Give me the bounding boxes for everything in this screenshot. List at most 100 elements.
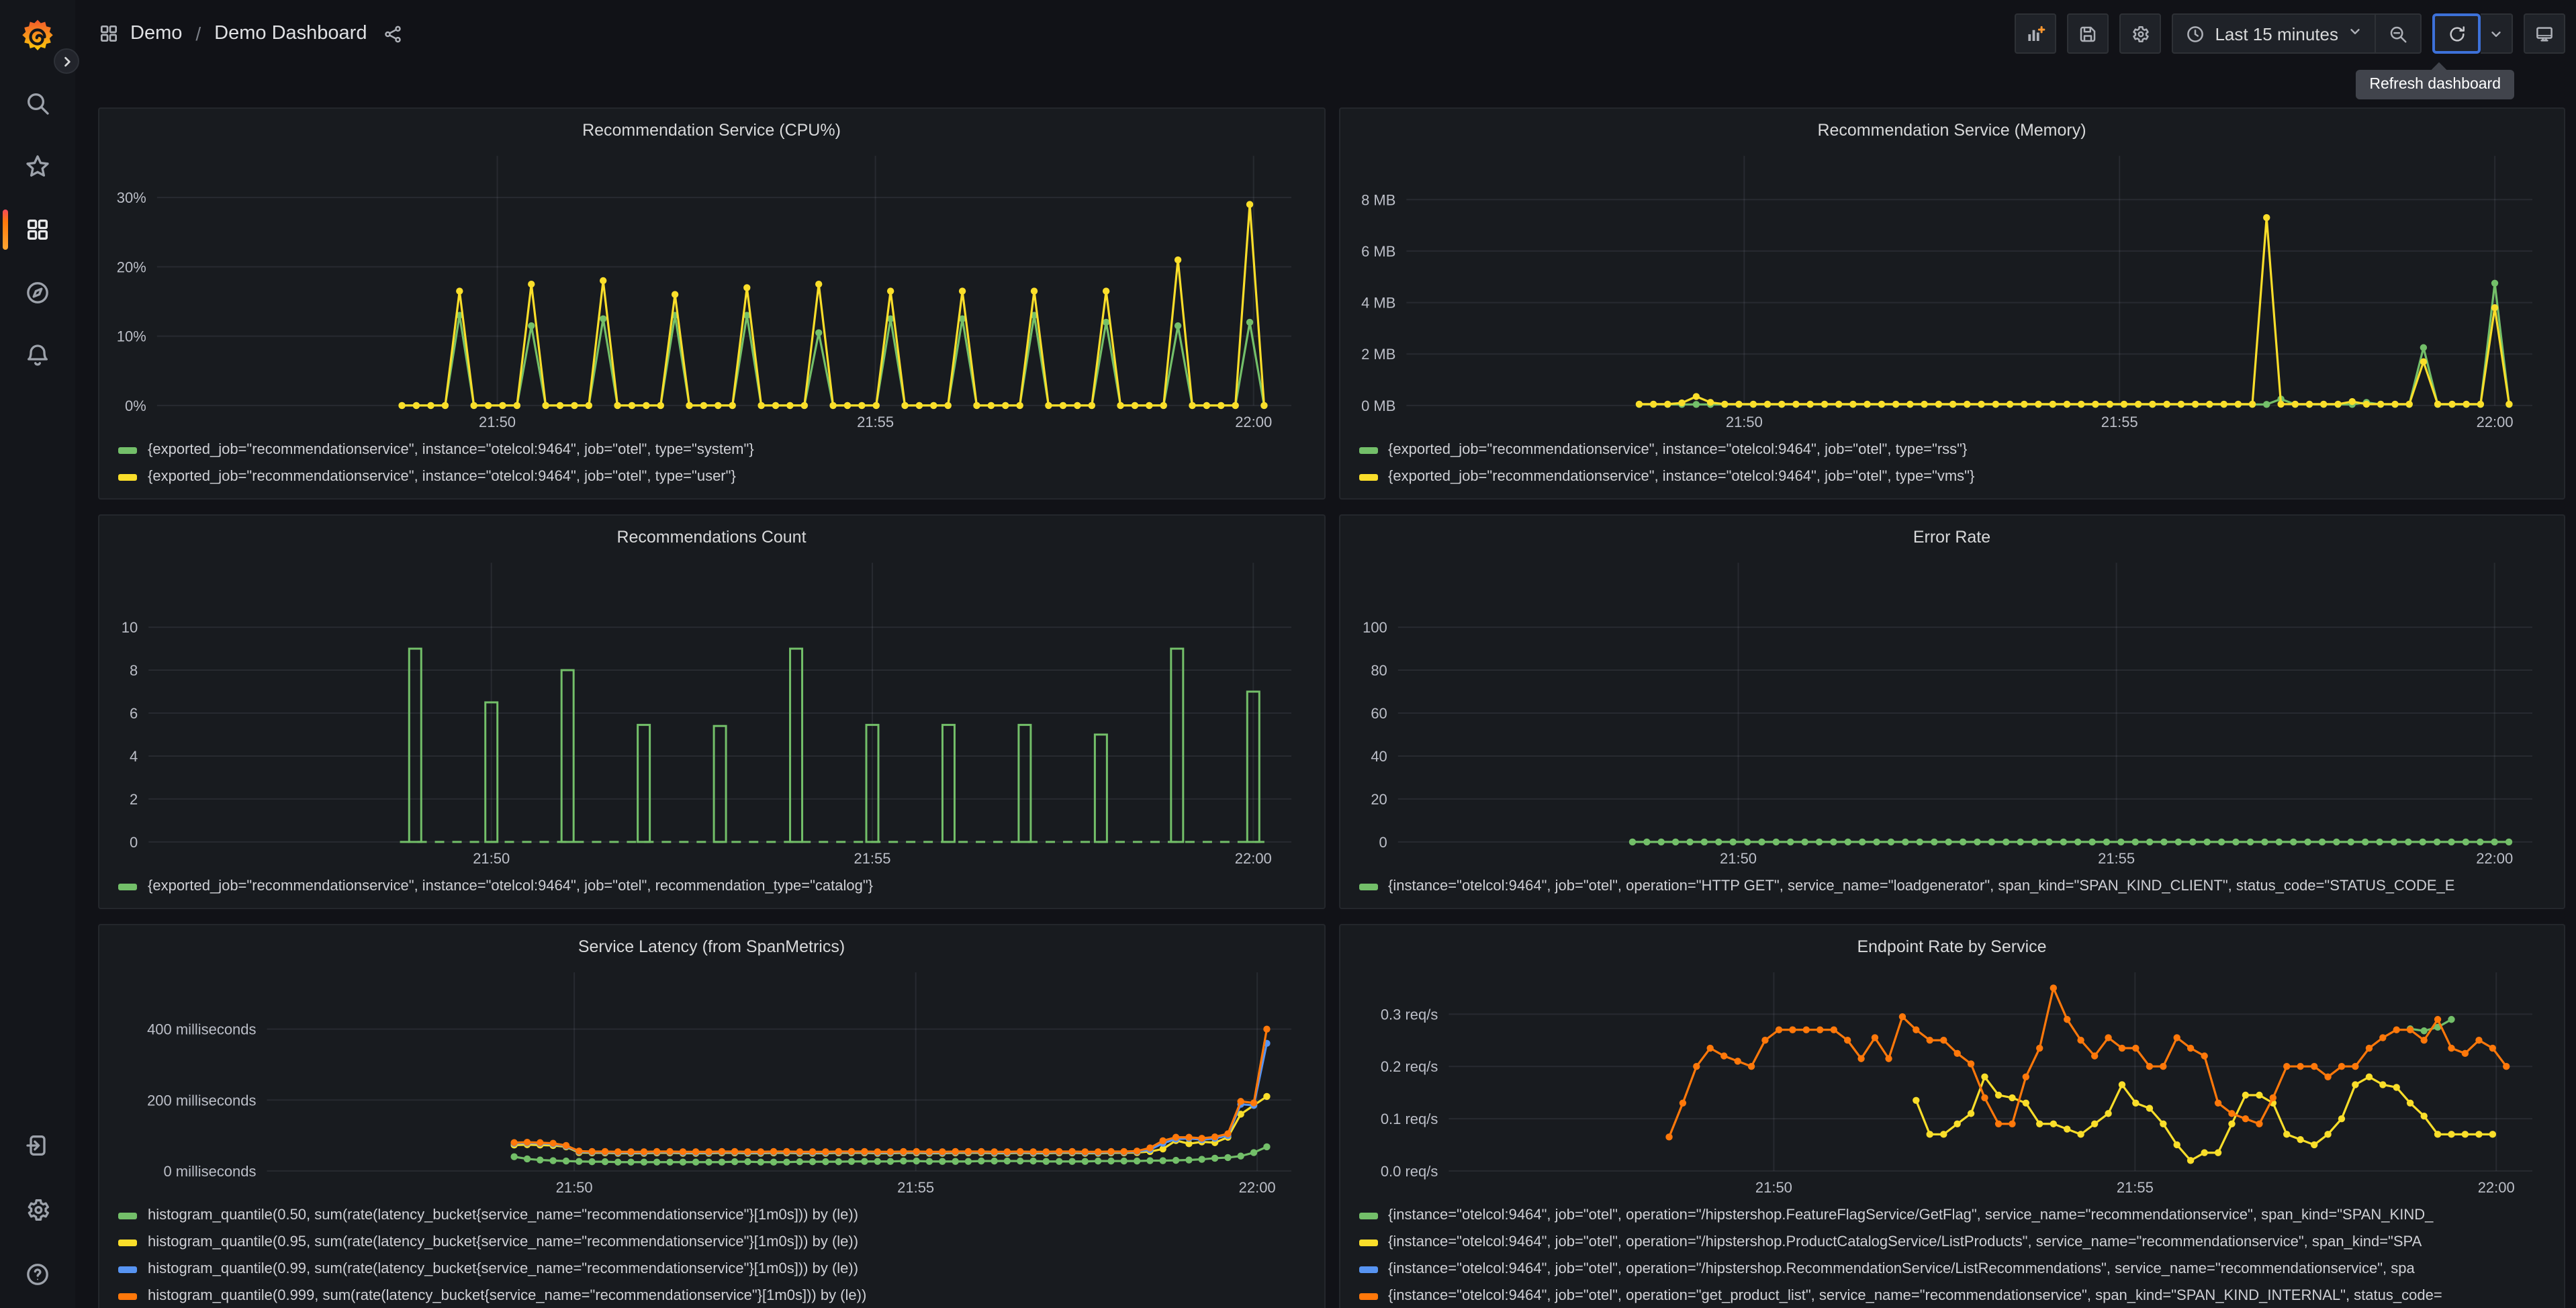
svg-text:0.0 req/s: 0.0 req/s [1380,1163,1437,1180]
zoom-out-button[interactable] [2375,15,2420,52]
svg-text:10: 10 [122,619,138,636]
svg-text:21:50: 21:50 [556,1179,593,1196]
svg-text:4: 4 [130,748,138,765]
expand-sidebar-button[interactable] [54,48,79,74]
panel-service-latency: Service Latency (from SpanMetrics) 0 mil… [98,924,1325,1308]
legend-item[interactable]: histogram_quantile(0.99, sum(rate(latenc… [118,1256,1305,1282]
svg-text:22:00: 22:00 [2477,1179,2514,1196]
panel-title[interactable]: Recommendations Count [113,522,1310,552]
panel-endpoint-rate: Endpoint Rate by Service 0.0 req/s 0.1 re… [1338,924,2565,1308]
question-circle-icon [27,1264,48,1285]
legend-item[interactable]: {exported_job="recommendationservice", i… [118,873,1305,900]
legend: {instance="otelcol:9464", job="otel", op… [1353,1201,2550,1308]
refresh-tooltip: Refresh dashboard [2356,70,2514,99]
svg-text:30%: 30% [117,189,146,206]
panel-error-rate: Error Rate 0 20 40 60 80 100 21:50 21:55 22:00 {… [1338,514,2565,909]
share-icon [385,25,402,42]
svg-text:20%: 20% [117,259,146,275]
clock-icon [2187,26,2204,42]
series-swatch [118,1293,137,1299]
add-panel-button[interactable] [2015,13,2057,54]
svg-text:21:50: 21:50 [1719,850,1756,867]
svg-text:21:55: 21:55 [897,1179,934,1196]
legend-item[interactable]: {exported_job="recommendationservice", i… [118,463,1305,490]
breadcrumb-section[interactable]: Demo [130,23,182,44]
error-rate-chart[interactable]: 0 20 40 60 80 100 21:50 21:55 22:00 [1353,552,2550,872]
refresh-dashboard-button[interactable] [2432,13,2481,54]
svg-text:6 MB: 6 MB [1361,243,1395,260]
cpu-chart[interactable]: 0% 10% 20% 30% 21:50 21:55 22:00 [113,145,1310,435]
svg-text:22:00: 22:00 [2476,414,2513,430]
legend-item[interactable]: {exported_job="recommendationservice", i… [1359,436,2545,463]
svg-text:60: 60 [1370,705,1386,722]
time-range-picker[interactable]: Last 15 minutes [2173,15,2375,52]
gear-icon [2133,26,2150,42]
svg-text:20: 20 [1370,791,1386,808]
sidebar-item-settings[interactable] [0,1195,75,1225]
grafana-logo-icon[interactable] [17,16,58,56]
legend-item[interactable]: {instance="otelcol:9464", job="otel", op… [1359,873,2545,900]
legend-item[interactable]: {instance="otelcol:9464", job="otel", op… [1359,1282,2545,1308]
endpoint-rate-chart[interactable]: 0.0 req/s 0.1 req/s 0.2 req/s 0.3 req/s 21:5… [1353,962,2550,1201]
legend-item[interactable]: {exported_job="recommendationservice", i… [118,436,1305,463]
svg-text:10%: 10% [117,328,146,345]
panel-title[interactable]: Error Rate [1353,522,2550,552]
svg-text:0.2 req/s: 0.2 req/s [1380,1058,1437,1075]
sidebar-item-dashboards[interactable] [0,209,75,250]
svg-text:0 MB: 0 MB [1361,398,1395,414]
save-dashboard-button[interactable] [2067,13,2109,54]
refresh-interval-button[interactable] [2481,13,2513,54]
breadcrumb: Demo / Demo Dashboard [98,0,403,67]
legend-item[interactable]: {instance="otelcol:9464", job="otel", op… [1359,1229,2545,1256]
breadcrumb-page-title[interactable]: Demo Dashboard [214,23,367,44]
dashboard-settings-button[interactable] [2119,13,2162,54]
sidebar-item-sign-in[interactable] [0,1131,75,1160]
chevron-down-icon [2491,31,2501,36]
panel-title[interactable]: Recommendation Service (CPU%) [113,115,1310,145]
series-swatch [1359,447,1377,453]
grafana-app: Demo / Demo Dashboard Last 15 minutes Re… [0,0,2576,1308]
time-range-label: Last 15 minutes [2215,24,2338,44]
series-swatch [118,883,137,890]
svg-text:2 MB: 2 MB [1361,346,1395,363]
panel-title[interactable]: Endpoint Rate by Service [1353,932,2550,962]
monitor-icon [2536,26,2552,41]
legend: {exported_job="recommendationservice", i… [113,435,1310,494]
breadcrumb-separator: / [195,23,201,44]
svg-text:21:50: 21:50 [1755,1179,1792,1196]
panel-title[interactable]: Recommendation Service (Memory) [1353,115,2550,145]
share-dashboard-button[interactable] [383,24,403,44]
panel-recommendation-cpu: Recommendation Service (CPU%) 0% 10% 20% 30… [98,107,1325,500]
legend-item[interactable]: histogram_quantile(0.50, sum(rate(latenc… [118,1202,1305,1229]
star-icon [26,155,49,177]
service-latency-chart[interactable]: 0 milliseconds 200 milliseconds 400 millis… [113,962,1310,1201]
svg-text:21:55: 21:55 [2097,850,2134,867]
sidebar-item-explore[interactable] [0,278,75,308]
legend-item[interactable]: {instance="otelcol:9464", job="otel", op… [1359,1256,2545,1282]
legend: {exported_job="recommendationservice", i… [113,872,1310,904]
legend-item[interactable]: {exported_job="recommendationservice", i… [1359,463,2545,490]
memory-chart[interactable]: 0 MB 2 MB 4 MB 6 MB 8 MB 21:50 21:55 22:00 [1353,145,2550,435]
gear-icon [28,1199,50,1221]
legend-item[interactable]: histogram_quantile(0.95, sum(rate(latenc… [118,1229,1305,1256]
time-controls: Last 15 minutes [2172,13,2422,54]
sidebar-item-starred[interactable] [0,152,75,181]
svg-text:21:50: 21:50 [473,850,510,867]
legend-item[interactable]: histogram_quantile(0.999, sum(rate(laten… [118,1282,1305,1308]
sidebar-item-alerting[interactable] [0,341,75,371]
sidebar-item-help[interactable] [0,1260,75,1289]
sidebar-item-search[interactable] [0,89,75,118]
svg-text:21:55: 21:55 [2116,1179,2153,1196]
panel-recommendations-count: Recommendations Count 0 2 4 6 8 10 21:50 21:55 2… [98,514,1325,909]
svg-text:0: 0 [130,834,138,851]
svg-text:21:55: 21:55 [857,414,894,430]
series-swatch [118,1266,137,1272]
svg-text:0: 0 [1379,834,1387,851]
legend-item[interactable]: {instance="otelcol:9464", job="otel", op… [1359,1202,2545,1229]
svg-text:200 milliseconds: 200 milliseconds [147,1092,256,1109]
panel-title[interactable]: Service Latency (from SpanMetrics) [113,932,1310,962]
recommendations-count-chart[interactable]: 0 2 4 6 8 10 21:50 21:55 22:00 [113,552,1310,872]
kiosk-mode-button[interactable] [2524,13,2565,54]
series-swatch [118,447,137,453]
sidebar-nav [0,89,75,371]
